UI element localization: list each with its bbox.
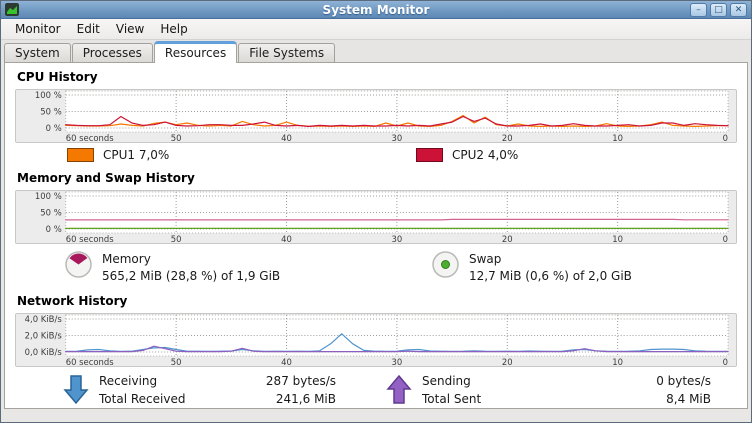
swap-value: 12,7 MiB (0,6 %) of 2,0 GiB <box>469 268 632 285</box>
memory-pie-icon <box>65 251 92 278</box>
memory-swap-graph: 100 % 50 % 0 % 60 seconds 50 40 30 20 10 0 <box>15 190 737 244</box>
receiving-label: Receiving <box>99 374 266 388</box>
sending-rate: 0 bytes/s <box>656 374 711 388</box>
swap-pie-icon <box>432 251 459 278</box>
menu-monitor[interactable]: Monitor <box>7 20 69 38</box>
cpu1-label: CPU1 7,0% <box>103 148 169 162</box>
svg-text:40: 40 <box>281 133 292 142</box>
svg-text:50 %: 50 % <box>40 207 61 217</box>
svg-text:50: 50 <box>171 357 182 366</box>
network-history-title: Network History <box>17 294 735 308</box>
total-received-label: Total Received <box>99 392 266 406</box>
cpu-history-title: CPU History <box>17 70 735 84</box>
memory-label: Memory <box>102 251 280 268</box>
total-received-value: 241,6 MiB <box>266 392 336 406</box>
svg-text:10: 10 <box>612 357 623 366</box>
svg-text:50 %: 50 % <box>40 106 61 116</box>
resources-page: CPU History 100 %50 %0 %60 seconds504030… <box>4 62 748 409</box>
receiving-legend-item: Receiving 287 bytes/s Total Received 241… <box>63 374 336 406</box>
close-button[interactable]: ✕ <box>730 3 747 17</box>
memory-value: 565,2 MiB (28,8 %) of 1,9 GiB <box>102 268 280 285</box>
svg-text:2,0 KiB/s: 2,0 KiB/s <box>25 330 62 340</box>
cpu2-color-swatch <box>416 148 443 162</box>
total-sent-value: 8,4 MiB <box>656 392 711 406</box>
svg-text:100 %: 100 % <box>35 191 62 201</box>
svg-text:10: 10 <box>612 133 623 142</box>
svg-text:0: 0 <box>723 234 728 243</box>
svg-text:0 %: 0 % <box>46 224 62 234</box>
cpu-legend: CPU1 7,0% CPU2 4,0% <box>15 148 737 162</box>
swap-label: Swap <box>469 251 632 268</box>
network-history-chart: 4,0 KiB/s 2,0 KiB/s 0,0 KiB/s 60 seconds 50 4… <box>16 314 736 366</box>
svg-text:40: 40 <box>281 234 292 243</box>
tab-bar: System Processes Resources File Systems <box>1 40 751 62</box>
cpu2-label: CPU2 4,0% <box>452 148 518 162</box>
tab-resources[interactable]: Resources <box>154 41 237 63</box>
svg-text:100 %: 100 % <box>35 90 62 100</box>
menu-view[interactable]: View <box>108 20 152 38</box>
svg-text:4,0 KiB/s: 4,0 KiB/s <box>25 314 62 324</box>
system-monitor-window: System Monitor – □ ✕ Monitor Edit View H… <box>0 0 752 423</box>
svg-text:30: 30 <box>392 234 403 243</box>
menu-help[interactable]: Help <box>152 20 195 38</box>
svg-text:20: 20 <box>502 234 513 243</box>
cpu2-legend-item: CPU2 4,0% <box>416 148 737 162</box>
svg-text:0,0 KiB/s: 0,0 KiB/s <box>25 347 62 357</box>
receiving-rate: 287 bytes/s <box>266 374 336 388</box>
receiving-down-arrow-icon <box>63 374 89 406</box>
svg-text:20: 20 <box>502 133 513 142</box>
menu-edit[interactable]: Edit <box>69 20 108 38</box>
sending-legend-item: Sending 0 bytes/s Total Sent 8,4 MiB <box>386 374 711 406</box>
svg-text:30: 30 <box>392 357 403 366</box>
memory-swap-history-title: Memory and Swap History <box>17 171 735 185</box>
svg-text:10: 10 <box>612 234 623 243</box>
network-history-graph: 4,0 KiB/s 2,0 KiB/s 0,0 KiB/s 60 seconds 50 4… <box>15 313 737 367</box>
window-title: System Monitor <box>1 3 751 17</box>
swap-legend-item: Swap 12,7 MiB (0,6 %) of 2,0 GiB <box>432 251 737 285</box>
svg-text:60 seconds: 60 seconds <box>66 234 114 243</box>
title-bar[interactable]: System Monitor – □ ✕ <box>1 1 751 19</box>
cpu-history-graph: 100 % 50 % 0 % 60 seconds 50 40 30 20 10 0 <box>15 89 737 143</box>
svg-text:0: 0 <box>723 133 728 142</box>
svg-text:60 seconds: 60 seconds <box>66 357 114 366</box>
minimize-button[interactable]: – <box>690 3 707 17</box>
svg-text:20: 20 <box>502 357 513 366</box>
svg-text:60 seconds: 60 seconds <box>66 133 114 142</box>
sending-label: Sending <box>422 374 656 388</box>
memory-swap-legend: Memory 565,2 MiB (28,8 %) of 1,9 GiB Swa… <box>15 251 737 285</box>
status-bar <box>1 409 751 422</box>
total-sent-label: Total Sent <box>422 392 656 406</box>
svg-text:40: 40 <box>281 357 292 366</box>
network-legend: Receiving 287 bytes/s Total Received 241… <box>15 374 737 406</box>
cpu1-color-swatch <box>67 148 94 162</box>
memory-legend-item: Memory 565,2 MiB (28,8 %) of 1,9 GiB <box>65 251 376 285</box>
cpu1-legend-item: CPU1 7,0% <box>67 148 376 162</box>
svg-text:0: 0 <box>723 357 728 366</box>
tab-processes[interactable]: Processes <box>72 43 153 62</box>
tab-system[interactable]: System <box>4 43 71 62</box>
svg-text:30: 30 <box>392 133 403 142</box>
memory-swap-chart: 100 % 50 % 0 % 60 seconds 50 40 30 20 10 0 <box>16 191 736 243</box>
svg-text:50: 50 <box>171 234 182 243</box>
tab-file-systems[interactable]: File Systems <box>238 43 335 62</box>
cpu-history-chart: 100 % 50 % 0 % 60 seconds 50 40 30 20 10 0 <box>16 90 736 142</box>
svg-text:50: 50 <box>171 133 182 142</box>
sending-up-arrow-icon <box>386 374 412 406</box>
maximize-button[interactable]: □ <box>710 3 727 17</box>
svg-text:0 %: 0 % <box>46 123 62 133</box>
menu-bar: Monitor Edit View Help <box>1 19 751 40</box>
